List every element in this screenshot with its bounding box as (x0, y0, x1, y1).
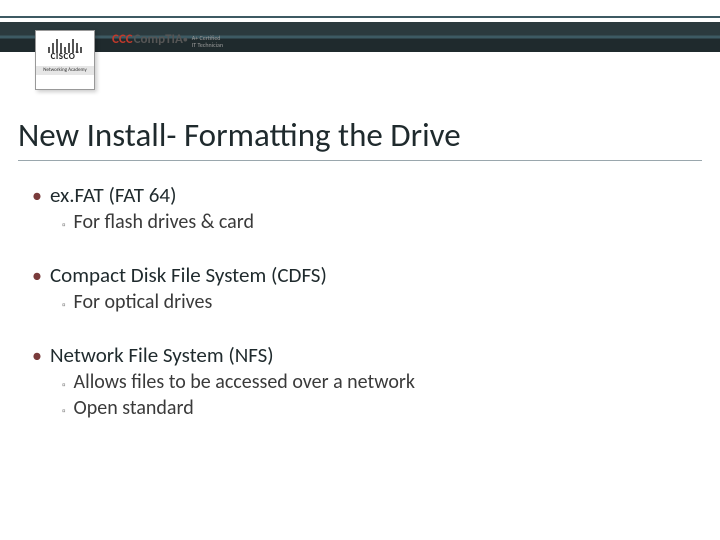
header-thin-line (0, 16, 720, 18)
comptia-label: CCCCompTIA● (112, 32, 188, 47)
sub-item: ▫ For optical drives (32, 290, 690, 314)
sub-label: For optical drives (74, 290, 213, 314)
slide-content: • ex.FAT (FAT 64) ▫ For flash drives & c… (32, 182, 690, 422)
bullet-item: • Compact Disk File System (CDFS) (32, 262, 690, 288)
bullet-marker: • (32, 264, 42, 288)
comptia-cert: A+ Certified IT Technician (188, 32, 223, 48)
bullet-marker: • (32, 344, 42, 368)
sub-item: ▫ Allows files to be accessed over a net… (32, 370, 690, 394)
cisco-badge: CISCO™ Networking Academy (35, 30, 95, 90)
sub-marker: ▫ (62, 298, 66, 311)
cisco-logo-icon (36, 31, 94, 53)
sub-label: For flash drives & card (74, 210, 254, 234)
bullet-item: • Network File System (NFS) (32, 342, 690, 368)
cisco-sublabel: Networking Academy (36, 66, 94, 75)
header-thick-bar (0, 22, 720, 52)
sub-label: Open standard (74, 396, 194, 420)
sub-marker: ▫ (62, 404, 66, 417)
slide-title: New Install- Formatting the Drive (18, 115, 461, 155)
bullet-label: ex.FAT (FAT 64) (50, 182, 176, 208)
sub-marker: ▫ (62, 218, 66, 231)
sub-marker: ▫ (62, 378, 66, 391)
title-underline (18, 160, 702, 161)
cisco-label: CISCO™ (36, 51, 94, 62)
header-bar (0, 0, 720, 50)
sub-item: ▫ Open standard (32, 396, 690, 420)
bullet-label: Network File System (NFS) (50, 342, 274, 368)
sub-item: ▫ For flash drives & card (32, 210, 690, 234)
comptia-badge: CCCCompTIA● A+ Certified IT Technician (112, 32, 232, 76)
bullet-marker: • (32, 184, 42, 208)
bullet-label: Compact Disk File System (CDFS) (50, 262, 327, 288)
sub-label: Allows files to be accessed over a netwo… (74, 370, 415, 394)
bullet-item: • ex.FAT (FAT 64) (32, 182, 690, 208)
